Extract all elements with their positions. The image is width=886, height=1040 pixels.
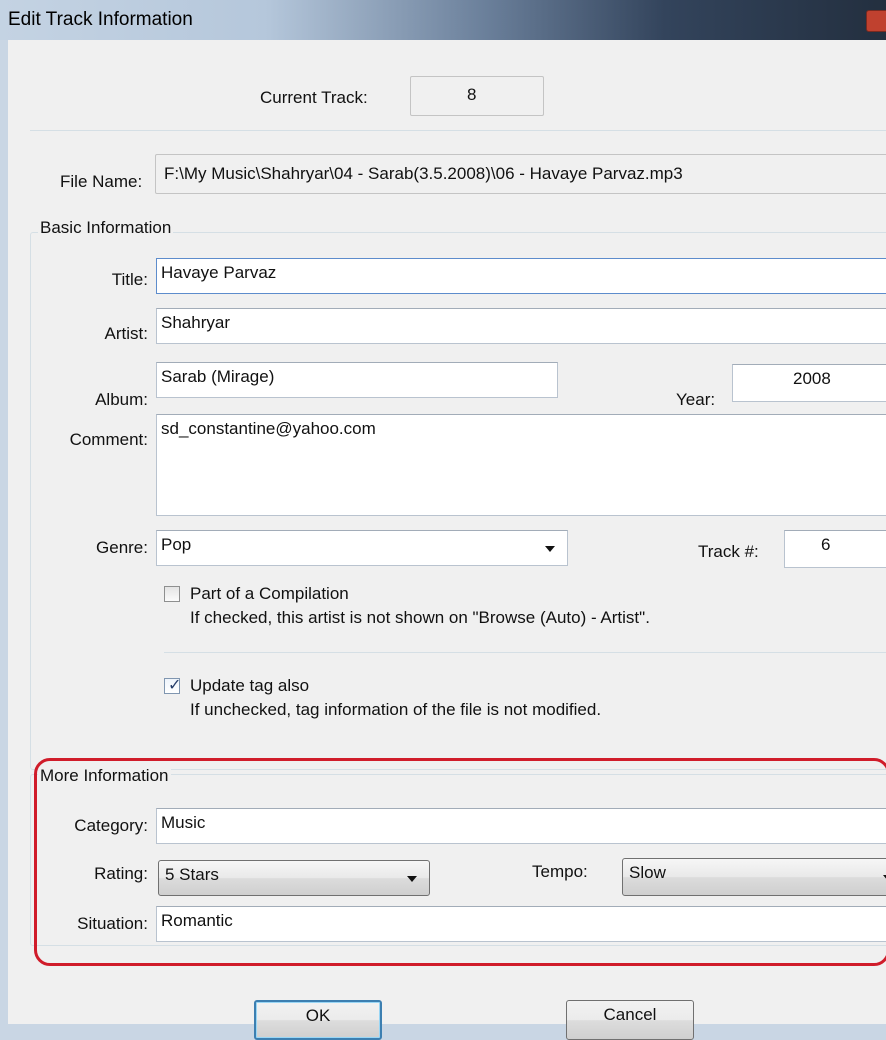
year-label: Year:	[676, 390, 716, 409]
ok-button-label: OK	[305, 1006, 331, 1025]
separator	[30, 130, 886, 131]
compilation-checkbox[interactable]	[164, 586, 180, 602]
dialog-body: Current Track: 8 File Name: F:\My Music\…	[8, 40, 886, 1040]
artist-value: Shahryar	[161, 313, 230, 332]
track-number-label: Track #:	[698, 542, 759, 561]
file-name-label: File Name:	[60, 172, 143, 191]
close-icon[interactable]	[866, 10, 886, 32]
file-name-value: F:\My Music\Shahryar\04 - Sarab(3.5.2008…	[164, 164, 683, 183]
track-number-input[interactable]: 6	[784, 530, 886, 568]
current-track-label: Current Track:	[260, 88, 368, 107]
file-name-box: F:\My Music\Shahryar\04 - Sarab(3.5.2008…	[155, 154, 886, 194]
chevron-down-icon[interactable]	[545, 546, 555, 552]
comment-label: Comment:	[69, 430, 148, 449]
track-number-value: 6	[821, 535, 831, 554]
highlight-frame	[34, 758, 886, 966]
genre-value: Pop	[161, 535, 192, 554]
cancel-button[interactable]: Cancel	[566, 1000, 694, 1040]
compilation-label[interactable]: Part of a Compilation	[190, 584, 349, 604]
ok-button[interactable]: OK	[254, 1000, 382, 1040]
current-track-box: 8	[410, 76, 544, 116]
album-input[interactable]: Sarab (Mirage)	[156, 362, 558, 398]
comment-value: sd_constantine@yahoo.com	[161, 419, 376, 438]
title-bar[interactable]: Edit Track Information	[0, 0, 886, 40]
genre-label: Genre:	[96, 538, 148, 557]
title-value: Havaye Parvaz	[161, 263, 277, 282]
year-input[interactable]: 2008	[732, 364, 886, 402]
genre-combo[interactable]: Pop	[156, 530, 568, 566]
comment-input[interactable]: sd_constantine@yahoo.com	[156, 414, 886, 516]
update-tag-hint: If unchecked, tag information of the fil…	[190, 700, 602, 719]
year-value: 2008	[793, 369, 831, 388]
album-value: Sarab (Mirage)	[161, 367, 275, 386]
separator	[164, 652, 886, 653]
artist-label: Artist:	[104, 324, 148, 343]
basic-information-legend: Basic Information	[38, 218, 174, 238]
title-label: Title:	[111, 270, 148, 289]
compilation-hint: If checked, this artist is not shown on …	[190, 608, 650, 627]
window-title: Edit Track Information	[8, 9, 193, 30]
update-tag-label[interactable]: Update tag also	[190, 676, 309, 696]
cancel-button-label: Cancel	[603, 1005, 657, 1024]
update-tag-checkbox[interactable]: ✓	[164, 677, 182, 694]
checkmark-icon: ✓	[168, 677, 182, 694]
title-input[interactable]: Havaye Parvaz	[156, 258, 886, 294]
album-label: Album:	[95, 390, 148, 409]
current-track-value: 8	[467, 85, 477, 104]
artist-input[interactable]: Shahryar	[156, 308, 886, 344]
